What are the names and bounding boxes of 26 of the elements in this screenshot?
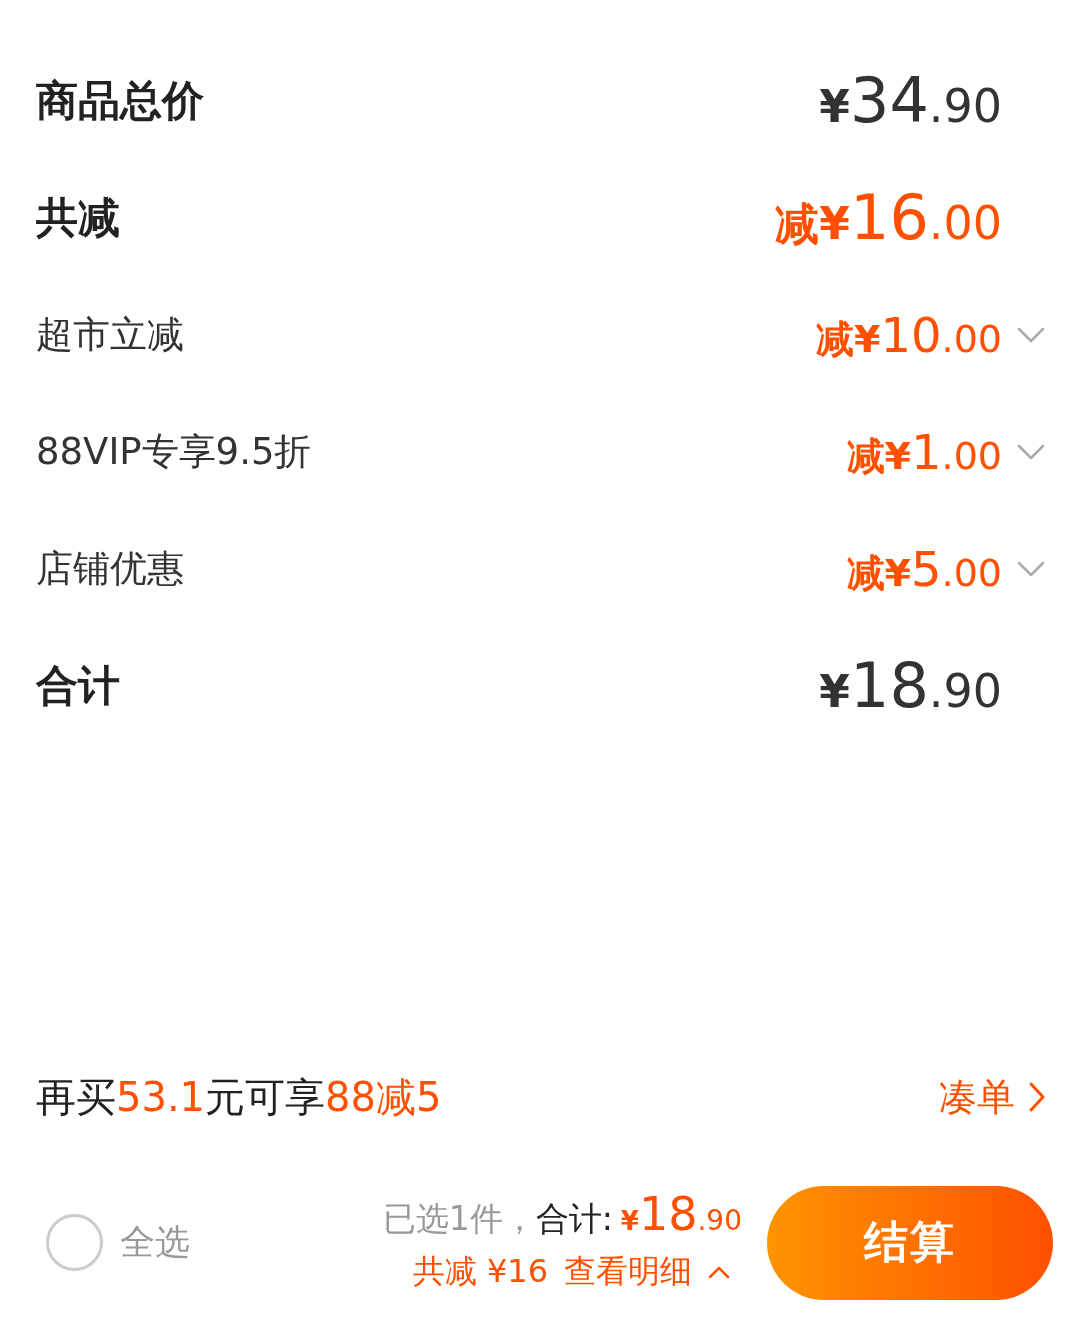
chevron-down-icon[interactable] <box>1017 326 1045 343</box>
select-all-label[interactable]: 全选 <box>120 1219 190 1266</box>
add-items-link[interactable]: 凑单 <box>939 1071 1045 1123</box>
select-all-checkbox[interactable] <box>46 1214 103 1271</box>
chevron-right-icon <box>1029 1082 1045 1112</box>
discount-amount: 减¥1.00 <box>846 427 1002 476</box>
footer-total-amount: ¥18.90 <box>620 1191 742 1237</box>
discount-label: 88VIP专享9.5折 <box>36 428 312 475</box>
savings-details-link[interactable]: 共减 ¥16 查看明细 <box>412 1250 730 1294</box>
checkout-button[interactable]: 结算 <box>767 1185 1053 1300</box>
caret-up-icon <box>708 1265 730 1279</box>
selected-count: 已选1件， <box>382 1198 536 1240</box>
footer-total-label: 合计: <box>535 1198 613 1240</box>
promo-message: 再买53.1元可享88减5 <box>36 1072 442 1122</box>
discount-label: 超市立减 <box>36 311 184 358</box>
subtotal-label: 商品总价 <box>36 74 204 127</box>
chevron-down-icon[interactable] <box>1017 443 1045 460</box>
total-label: 合计 <box>36 659 120 712</box>
reduction-label: 共减 <box>36 191 120 244</box>
discount-amount: 减¥10.00 <box>816 310 1002 359</box>
total-amount: ¥18.90 <box>819 654 1002 717</box>
chevron-down-icon[interactable] <box>1017 560 1045 577</box>
subtotal-amount: ¥34.90 <box>819 69 1002 132</box>
discount-label: 店铺优惠 <box>36 545 184 592</box>
discount-amount: 减¥5.00 <box>846 544 1002 593</box>
reduction-amount: 减¥16.00 <box>775 186 1002 249</box>
